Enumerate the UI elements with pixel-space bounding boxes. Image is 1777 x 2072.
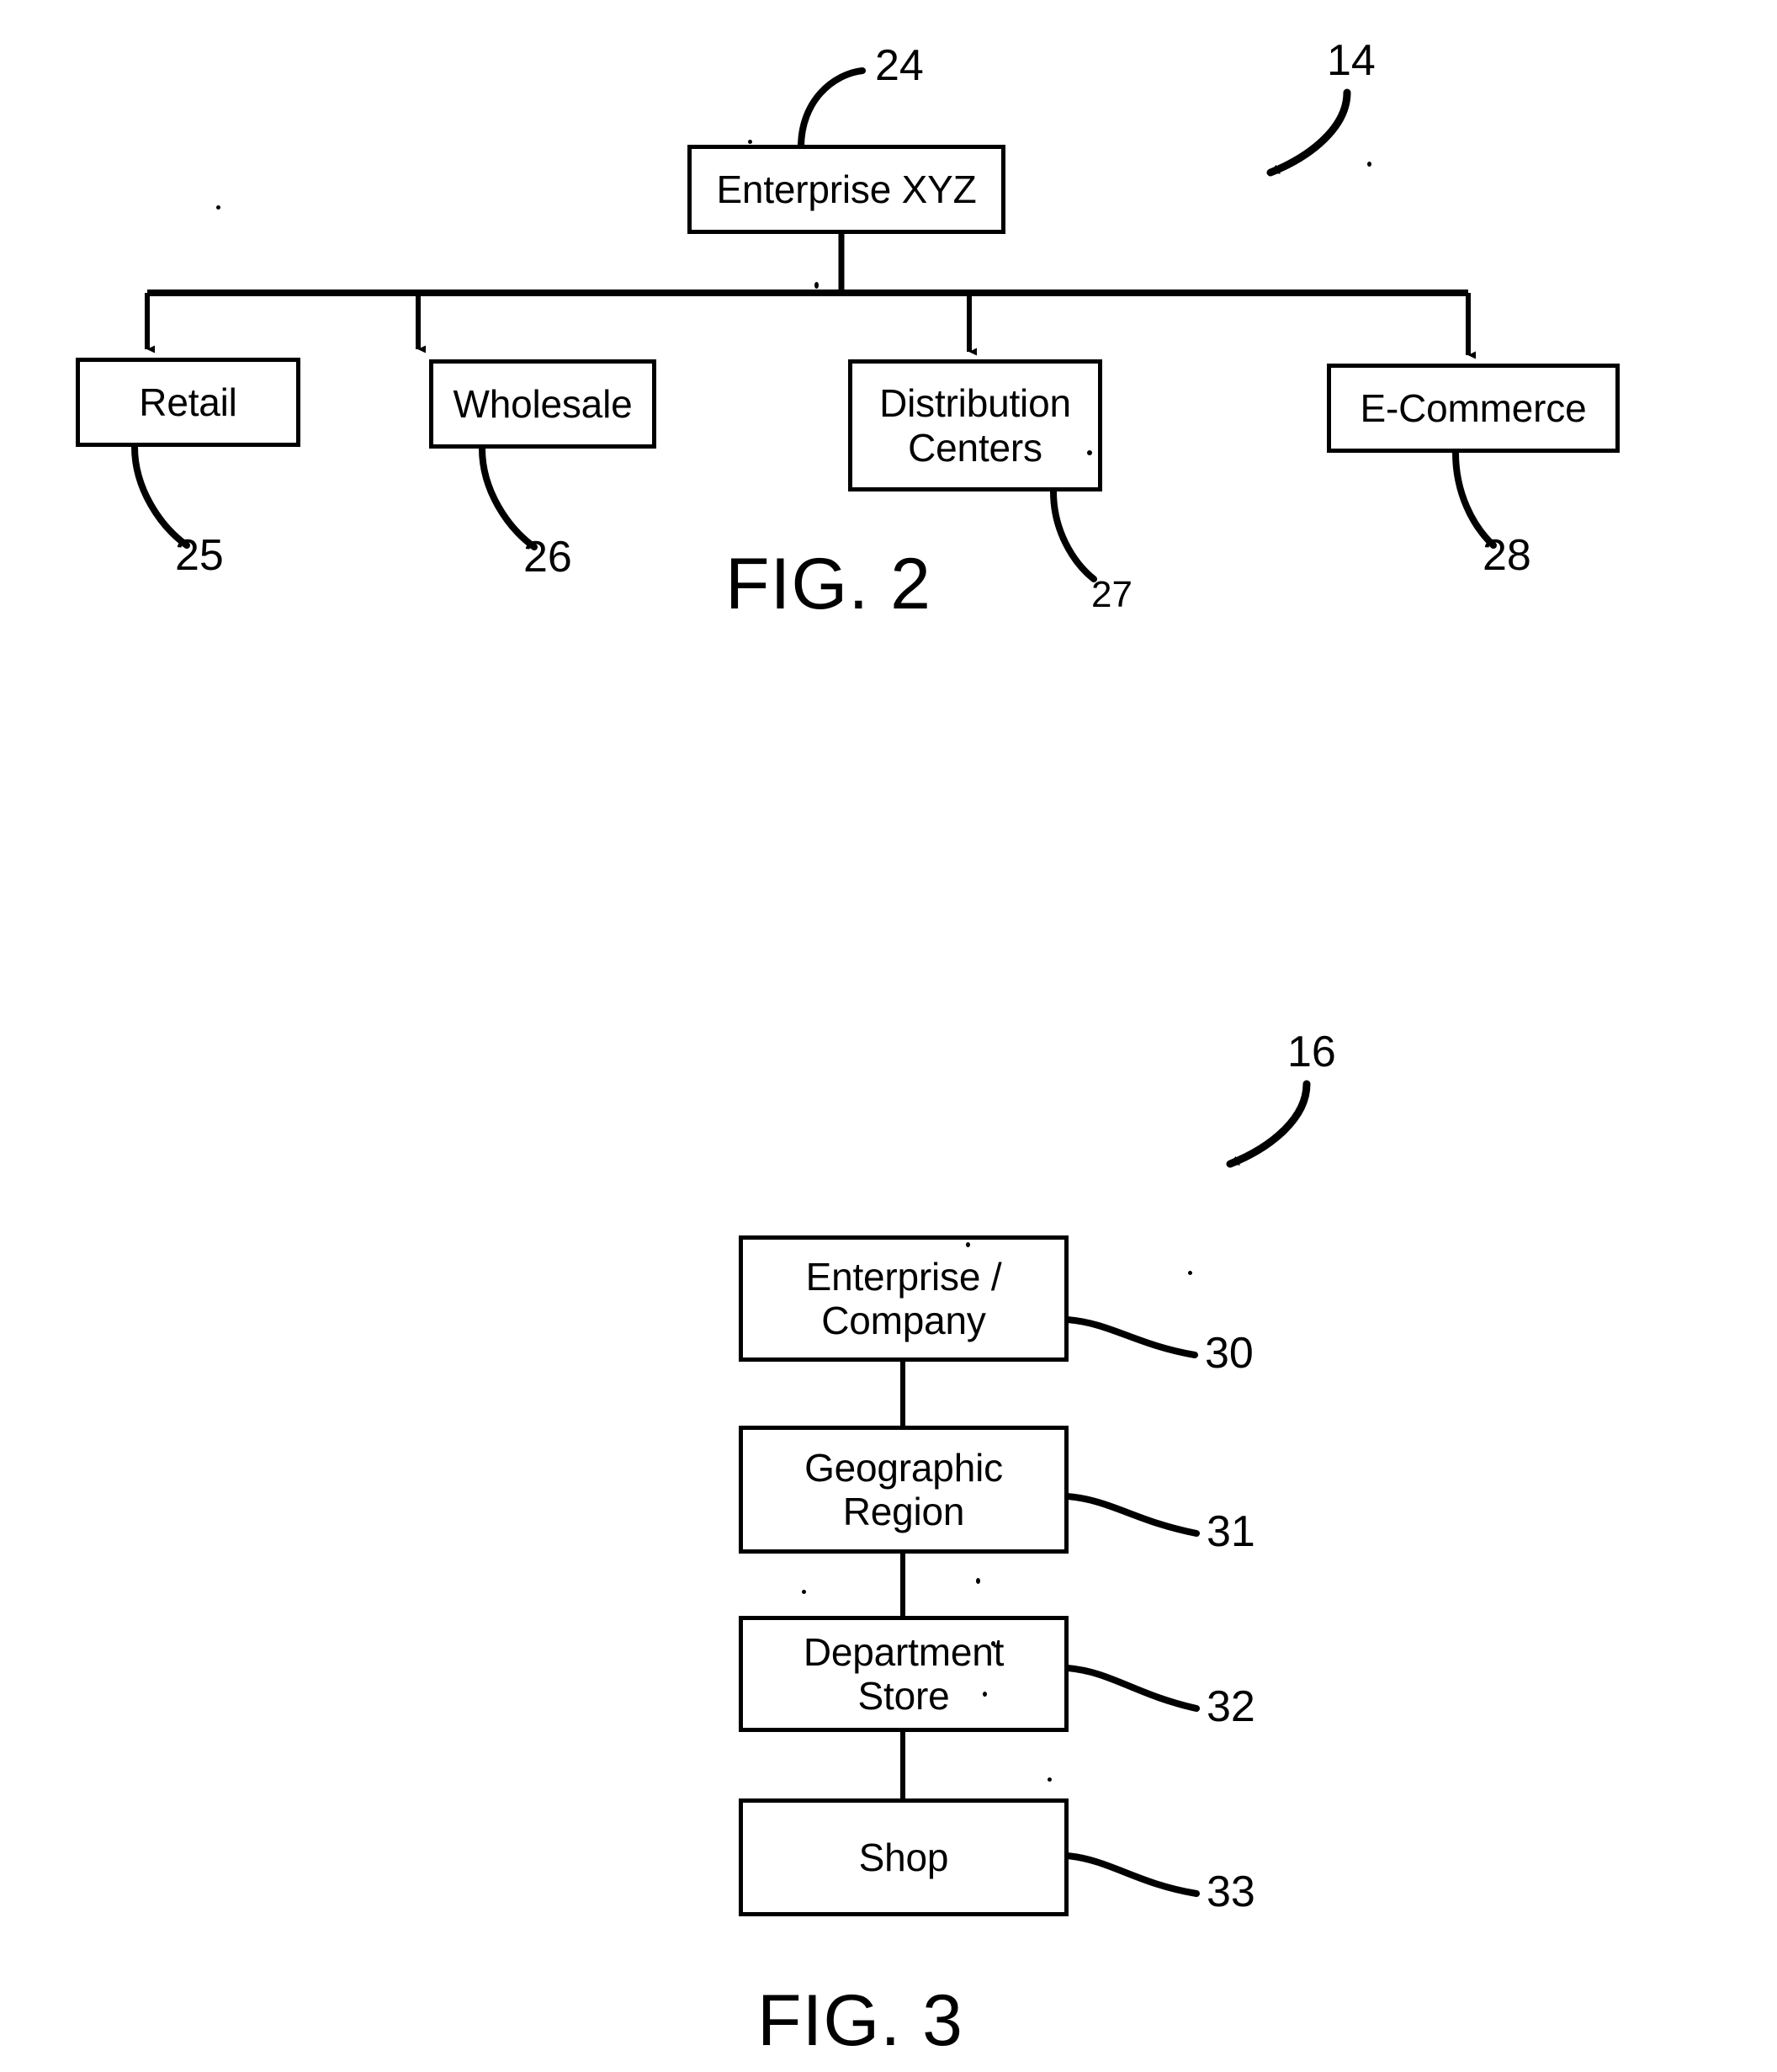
scan-speck [966, 1242, 970, 1247]
node-label: Enterprise / Company [805, 1254, 1002, 1342]
leader-line-33 [1064, 1852, 1200, 1897]
reference-numeral-14: 14 [1327, 36, 1376, 85]
node-label: Retail [139, 380, 237, 424]
figure-caption-2: FIG. 2 [725, 544, 931, 624]
node-label: Geographic Region [804, 1445, 1003, 1533]
leader-line-24 [798, 67, 866, 151]
scan-speck [991, 1641, 995, 1646]
figure-line-artwork [131, 67, 1497, 1897]
node-label: Department Store [803, 1629, 1005, 1718]
reference-numeral-30: 30 [1205, 1329, 1254, 1378]
scan-speck [748, 140, 752, 144]
node-shop[interactable]: Shop [739, 1798, 1069, 1916]
scan-speck [814, 282, 819, 289]
patent-figure-sheet: Enterprise XYZ Retail Wholesale Distribu… [0, 0, 1777, 2072]
node-label: Distribution Centers [879, 381, 1071, 470]
scan-speck [1087, 450, 1092, 455]
leader-line-30 [1064, 1316, 1198, 1358]
scan-speck [976, 1578, 980, 1584]
node-retail[interactable]: Retail [76, 358, 300, 447]
node-label: Enterprise XYZ [716, 167, 977, 211]
scan-speck [1048, 1777, 1052, 1782]
leader-line-31 [1064, 1493, 1200, 1537]
leader-line-27 [1050, 488, 1097, 582]
node-label: Wholesale [453, 381, 633, 426]
node-enterprise-company[interactable]: Enterprise / Company [739, 1235, 1069, 1362]
node-enterprise-xyz[interactable]: Enterprise XYZ [687, 145, 1005, 234]
node-label: E-Commerce [1360, 385, 1587, 430]
reference-numeral-16: 16 [1287, 1028, 1336, 1076]
leader-arrow-16 [1226, 1080, 1311, 1168]
leader-line-32 [1064, 1665, 1200, 1712]
scan-speck [216, 205, 220, 210]
node-label: Shop [858, 1835, 949, 1879]
node-wholesale[interactable]: Wholesale [429, 359, 656, 449]
reference-numeral-28: 28 [1483, 531, 1531, 580]
reference-numeral-31: 31 [1207, 1507, 1255, 1556]
scan-speck [983, 1692, 987, 1697]
scan-speck [802, 1590, 806, 1594]
figure-caption-3: FIG. 3 [757, 1980, 963, 2061]
leader-arrow-14 [1266, 88, 1351, 177]
reference-numeral-33: 33 [1207, 1867, 1255, 1916]
node-distribution-centers[interactable]: Distribution Centers [848, 359, 1102, 491]
reference-numeral-27: 27 [1091, 574, 1133, 615]
reference-numeral-25: 25 [175, 531, 224, 580]
node-e-commerce[interactable]: E-Commerce [1327, 364, 1620, 453]
scan-speck [1367, 162, 1371, 167]
reference-numeral-26: 26 [523, 533, 572, 582]
reference-numeral-24: 24 [875, 41, 924, 90]
node-geographic-region[interactable]: Geographic Region [739, 1426, 1069, 1554]
reference-numeral-32: 32 [1207, 1682, 1255, 1731]
node-department-store[interactable]: Department Store [739, 1616, 1069, 1732]
scan-speck [1188, 1271, 1192, 1275]
